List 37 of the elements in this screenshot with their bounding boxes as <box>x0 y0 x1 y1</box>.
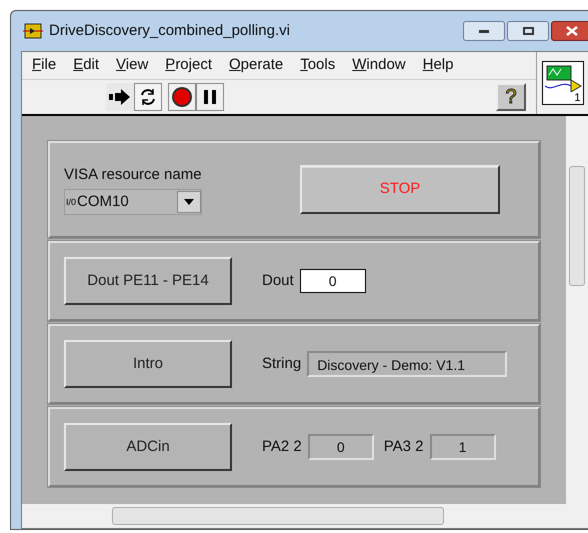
minimize-button[interactable] <box>463 21 505 41</box>
menu-item[interactable]: View <box>116 54 148 77</box>
menu-item[interactable]: Help <box>422 54 454 77</box>
window-title: DriveDiscovery_combined_polling.vi <box>49 20 291 41</box>
menu-item[interactable]: File <box>32 54 56 77</box>
arrow-icon <box>109 89 131 105</box>
field-label: Dout <box>262 270 294 291</box>
run-button[interactable] <box>106 83 134 111</box>
menu-item[interactable]: Project <box>165 54 212 77</box>
action-button[interactable]: Intro <box>64 340 232 388</box>
field-label: PA2 2 <box>262 436 302 457</box>
connector-label: 1 <box>574 93 580 104</box>
field-label: String <box>262 354 302 374</box>
stop-sign-icon <box>171 86 193 108</box>
numeric-input[interactable]: 0 <box>300 269 366 293</box>
maximize-button[interactable] <box>507 21 549 41</box>
abort-button[interactable] <box>168 83 196 111</box>
app-icon <box>23 23 43 39</box>
pause-icon <box>204 90 216 104</box>
indicator-field: 1 <box>430 434 496 460</box>
run-continuously-button[interactable] <box>134 83 162 111</box>
resource-dropdown[interactable]: I/0COM10 <box>64 188 202 215</box>
menu-item[interactable]: Window <box>352 54 406 77</box>
menu-item[interactable]: Edit <box>73 54 100 77</box>
indicator-field: Discovery - Demo: V1.1 <box>307 351 508 377</box>
indicator-field: 0 <box>308 434 374 460</box>
action-button[interactable]: ADCin <box>64 423 232 471</box>
circular-arrows-icon <box>138 87 158 107</box>
close-button[interactable] <box>551 21 588 41</box>
field-label: VISA resource name <box>64 165 203 186</box>
caret-icon[interactable] <box>177 190 201 213</box>
field-label: PA3 2 <box>384 436 424 457</box>
menu-item[interactable]: Tools <box>300 54 336 77</box>
close-icon <box>566 26 578 36</box>
menu-item[interactable]: Operate <box>229 54 284 77</box>
action-button[interactable]: Dout PE11 - PE14 <box>64 257 232 305</box>
pause-button[interactable] <box>196 83 224 111</box>
